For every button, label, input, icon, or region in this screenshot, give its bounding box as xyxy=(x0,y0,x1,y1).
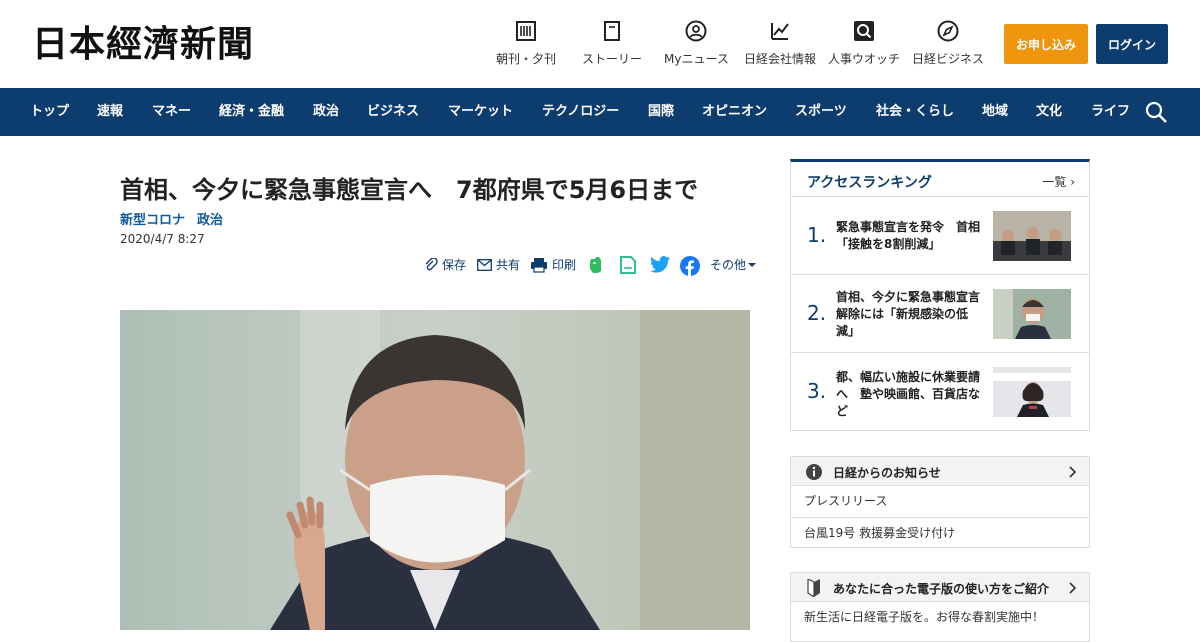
note-icon xyxy=(620,256,636,274)
nav-item-economy[interactable]: 経済・金融 xyxy=(219,88,284,136)
guide-title: あなたに合った電子版の使い方をご紹介 xyxy=(833,582,1050,596)
subscribe-button[interactable]: お申し込み xyxy=(1004,24,1088,64)
article-title: 首相、今夕に緊急事態宣言へ 7都府県で5月6日まで xyxy=(120,176,699,204)
compass-icon xyxy=(937,20,959,42)
ranking-text: 都、幅広い施設に休業要請へ 塾や映画館、百貨店など xyxy=(836,370,981,418)
ranking-title: アクセスランキング xyxy=(807,175,932,191)
access-ranking: アクセスランキング 一覧 › 1. 緊急事態宣言を発令 首相「接触を8割削減」 … xyxy=(790,159,1090,431)
util-label: Myニュース xyxy=(664,52,729,66)
article-topics: 新型コロナ 政治 xyxy=(120,209,235,228)
facebook-button[interactable] xyxy=(680,256,704,276)
info-icon xyxy=(806,464,822,480)
util-business[interactable]: 日経ビジネス xyxy=(912,20,984,67)
ranking-number: 1. xyxy=(807,223,827,247)
ranking-more-link[interactable]: 一覧 › xyxy=(1042,173,1075,190)
ranking-thumbnail xyxy=(993,289,1071,339)
notice-link[interactable]: プレスリリース xyxy=(791,486,1089,517)
topic-link[interactable]: 新型コロナ xyxy=(120,213,185,228)
save-label: 保存 xyxy=(442,258,467,272)
nav-item-region[interactable]: 地域 xyxy=(982,88,1008,136)
note-button[interactable] xyxy=(619,256,641,274)
util-story[interactable]: ストーリー xyxy=(582,20,642,67)
main-nav: トップ 速報 マネー 経済・金融 政治 ビジネス マーケット テクノロジー 国際… xyxy=(0,88,1200,136)
notices-title: 日経からのお知らせ xyxy=(833,466,941,480)
guide-link[interactable]: 新生活に日経電子版を。お得な春割実施中！ xyxy=(791,602,1089,633)
ranking-item[interactable]: 1. 緊急事態宣言を発令 首相「接触を8割削減」 xyxy=(791,196,1089,274)
ranking-text: 首相、今夕に緊急事態宣言 解除には「新規感染の低減」 xyxy=(836,290,993,338)
nav-item-breaking[interactable]: 速報 xyxy=(97,88,123,136)
user-icon xyxy=(685,20,707,42)
share-label: 共有 xyxy=(496,258,521,272)
util-personnel[interactable]: 人事ウオッチ xyxy=(828,20,900,67)
ranking-item[interactable]: 3. 都、幅広い施設に休業要請へ 塾や映画館、百貨店など xyxy=(791,352,1089,430)
site-header: 日本經濟新聞 朝刊・夕刊 ストーリー Myニュース 日経会社情報 人事ウオッチ … xyxy=(0,0,1200,88)
notice-link[interactable]: 台風19号 救援募金受け付け xyxy=(791,517,1089,548)
ranking-number: 3. xyxy=(807,379,827,403)
printer-icon xyxy=(531,257,547,273)
chevron-right-icon xyxy=(1069,466,1077,478)
util-label: ストーリー xyxy=(582,52,643,66)
util-label: 日経会社情報 xyxy=(744,52,817,66)
ranking-thumbnail xyxy=(993,211,1071,261)
evernote-button[interactable] xyxy=(587,256,609,274)
newspaper-icon xyxy=(516,21,536,41)
twitter-icon xyxy=(650,256,670,273)
site-logo[interactable]: 日本經濟新聞 xyxy=(32,24,254,64)
digital-guide: あなたに合った電子版の使い方をご紹介 新生活に日経電子版を。お得な春割実施中！ xyxy=(790,572,1090,642)
print-button[interactable]: 印刷 xyxy=(530,256,576,273)
more-share-button[interactable]: その他 xyxy=(710,256,760,273)
util-label: 日経ビジネス xyxy=(912,52,985,66)
book-icon xyxy=(604,21,620,41)
caret-down-icon xyxy=(748,262,757,267)
notices-header[interactable]: 日経からのお知らせ xyxy=(791,457,1089,486)
other-label: その他 xyxy=(710,258,747,272)
clip-icon xyxy=(425,257,438,270)
twitter-button[interactable] xyxy=(650,256,674,273)
search-icon[interactable] xyxy=(1144,100,1168,124)
util-label: 朝刊・夕刊 xyxy=(496,52,557,66)
beginner-mark-icon xyxy=(807,579,820,597)
nav-item-top[interactable]: トップ xyxy=(30,88,69,136)
ranking-thumbnail xyxy=(993,367,1071,417)
util-mynews[interactable]: Myニュース xyxy=(664,20,729,67)
print-label: 印刷 xyxy=(552,258,577,272)
save-button[interactable]: 保存 xyxy=(424,256,466,273)
ranking-number: 2. xyxy=(807,301,827,325)
nav-item-sports[interactable]: スポーツ xyxy=(795,88,847,136)
nav-item-opinion[interactable]: オピニオン xyxy=(702,88,767,136)
evernote-icon xyxy=(590,257,601,273)
ranking-text: 緊急事態宣言を発令 首相「接触を8割削減」 xyxy=(836,220,981,251)
nav-item-politics[interactable]: 政治 xyxy=(313,88,339,136)
prime-minister-photo xyxy=(120,310,750,630)
nav-item-culture[interactable]: 文化 xyxy=(1036,88,1062,136)
nav-item-market[interactable]: マーケット xyxy=(448,88,513,136)
share-button[interactable]: 共有 xyxy=(477,256,520,273)
nav-item-international[interactable]: 国際 xyxy=(648,88,674,136)
magnifier-icon xyxy=(854,21,874,41)
article-date: 2020/4/7 8:27 xyxy=(120,232,205,246)
mail-icon xyxy=(477,258,492,271)
nav-item-society[interactable]: 社会・くらし xyxy=(876,88,954,136)
chart-icon xyxy=(771,23,789,40)
chevron-right-icon xyxy=(1069,582,1077,594)
chevron-right-icon: › xyxy=(1070,175,1075,189)
util-company-info[interactable]: 日経会社情報 xyxy=(744,20,816,67)
guide-header[interactable]: あなたに合った電子版の使い方をご紹介 xyxy=(791,573,1089,602)
nav-item-business[interactable]: ビジネス xyxy=(367,88,419,136)
facebook-icon xyxy=(680,256,700,276)
util-newspaper[interactable]: 朝刊・夕刊 xyxy=(496,20,556,67)
article-photo xyxy=(120,310,750,630)
util-label: 人事ウオッチ xyxy=(828,52,901,66)
ranking-item[interactable]: 2. 首相、今夕に緊急事態宣言 解除には「新規感染の低減」 xyxy=(791,274,1089,352)
topic-link[interactable]: 政治 xyxy=(197,213,223,228)
nikkei-notices: 日経からのお知らせ プレスリリース 台風19号 救援募金受け付け xyxy=(790,456,1090,548)
ranking-more-label: 一覧 xyxy=(1042,175,1067,189)
login-button[interactable]: ログイン xyxy=(1096,24,1168,64)
nav-item-money[interactable]: マネー xyxy=(152,88,191,136)
nav-item-life[interactable]: ライフ xyxy=(1091,88,1130,136)
nav-item-technology[interactable]: テクノロジー xyxy=(542,88,619,136)
